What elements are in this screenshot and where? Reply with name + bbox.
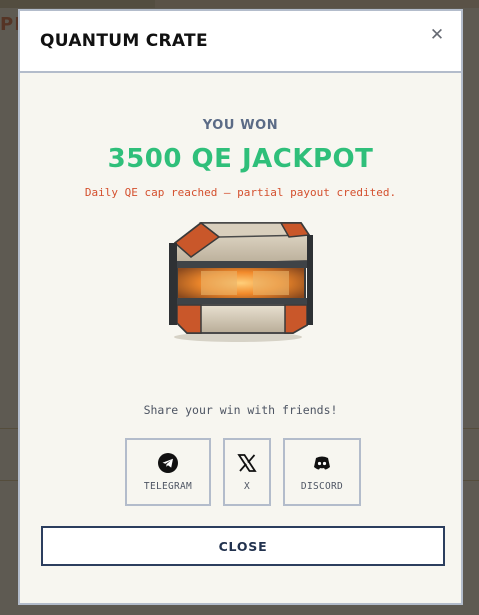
reward-modal: QUANTUM CRATE ✕ YOU WON 3500 QE JACKPOT … (18, 9, 463, 605)
share-button-label: DISCORD (300, 480, 344, 492)
reward-amount: 3500 QE JACKPOT (107, 144, 374, 174)
modal-title: QUANTUM CRATE (40, 31, 208, 51)
you-won-label: YOU WON (202, 118, 279, 133)
quantum-crate-image (169, 222, 313, 342)
telegram-icon (158, 452, 178, 473)
share-x-button[interactable]: X (223, 438, 271, 506)
modal-header: QUANTUM CRATE ✕ (20, 11, 461, 73)
discord-icon (314, 456, 330, 469)
share-discord-button[interactable]: DISCORD (283, 438, 361, 506)
share-prompt: Share your win with friends! (143, 403, 338, 417)
close-icon[interactable]: ✕ (427, 25, 447, 45)
x-logo-icon (237, 453, 257, 472)
close-button[interactable]: CLOSE (41, 526, 445, 566)
payout-note: Daily QE cap reached — partial payout cr… (84, 186, 397, 199)
share-button-label: X (243, 480, 251, 492)
share-button-label: TELEGRAM (143, 480, 193, 492)
share-telegram-button[interactable]: TELEGRAM (125, 438, 211, 506)
